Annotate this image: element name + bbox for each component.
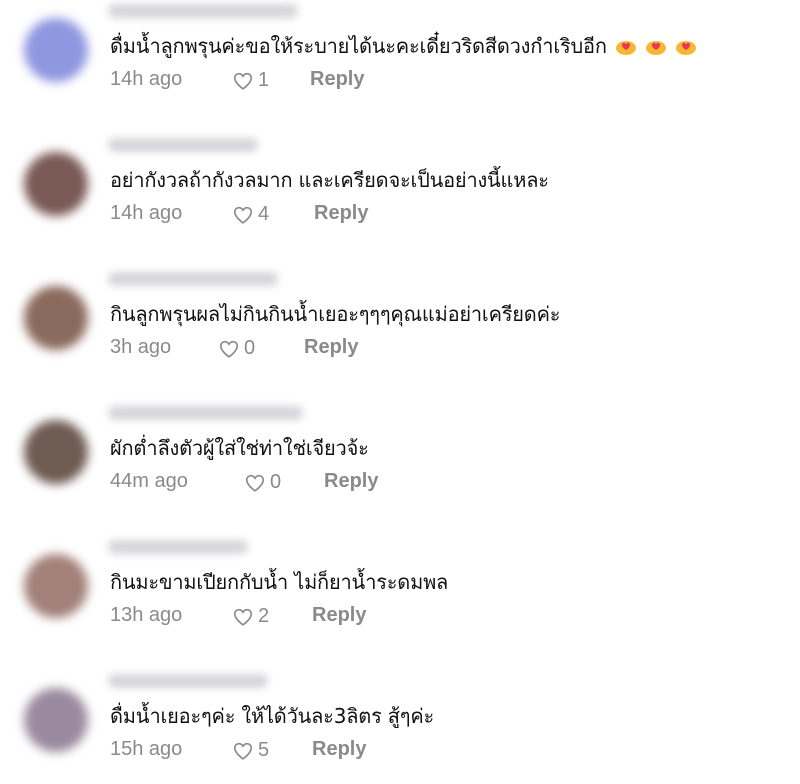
like-button[interactable]: 4 <box>232 203 269 226</box>
comment-item: กินลูกพรุนผลไม่กินกินน้ำเยอะๆๆๆคุณแม่อย่… <box>0 272 800 372</box>
avatar[interactable] <box>24 18 88 82</box>
reply-button[interactable]: Reply <box>312 738 366 761</box>
like-count: 0 <box>270 471 282 493</box>
username-blurred[interactable] <box>108 674 268 688</box>
reply-button[interactable]: Reply <box>312 604 366 627</box>
reply-button[interactable]: Reply <box>304 336 358 359</box>
like-count: 2 <box>258 605 270 627</box>
username-blurred[interactable] <box>108 138 258 152</box>
like-count: 1 <box>258 69 270 91</box>
heart-icon <box>233 206 253 224</box>
comment-text: กินมะขามเปียกกับน้ำ ไม่ก็ยาน้ำระดมพล <box>110 566 448 598</box>
comment-item: ดื่มน้ำเยอะๆค่ะ ให้ได้วันละ3ลิตร สู้ๆค่ะ… <box>0 674 800 774</box>
like-button[interactable]: 2 <box>232 605 269 628</box>
comment-text: ดื่มน้ำเยอะๆค่ะ ให้ได้วันละ3ลิตร สู้ๆค่ะ <box>110 700 434 732</box>
timestamp: 14h ago <box>110 202 183 224</box>
timestamp: 13h ago <box>110 604 183 626</box>
comment-text: กินลูกพรุนผลไม่กินกินน้ำเยอะๆๆๆคุณแม่อย่… <box>110 298 561 330</box>
timestamp: 15h ago <box>110 738 183 760</box>
comment-text-content: กินลูกพรุนผลไม่กินกินน้ำเยอะๆๆๆคุณแม่อย่… <box>110 302 561 326</box>
timestamp: 44m ago <box>110 470 188 492</box>
hand-heart-icon <box>645 36 667 56</box>
heart-icon <box>219 340 239 358</box>
comment-text-content: ดื่มน้ำลูกพรุนค่ะขอให้ระบายได้นะคะเดี๋ยว… <box>110 34 607 58</box>
reply-button[interactable]: Reply <box>310 68 364 91</box>
username-blurred[interactable] <box>108 406 303 420</box>
username-blurred[interactable] <box>108 540 248 554</box>
username-blurred[interactable] <box>108 272 278 286</box>
comment-item: ดื่มน้ำลูกพรุนค่ะขอให้ระบายได้นะคะเดี๋ยว… <box>0 4 800 104</box>
comment-item: กินมะขามเปียกกับน้ำ ไม่ก็ยาน้ำระดมพล 13h… <box>0 540 800 640</box>
comments-list: ดื่มน้ำลูกพรุนค่ะขอให้ระบายได้นะคะเดี๋ยว… <box>0 0 800 784</box>
comment-item: อย่ากังวลถ้ากังวลมาก และเครียดจะเป็นอย่า… <box>0 138 800 238</box>
heart-icon <box>233 742 253 760</box>
hand-heart-icon <box>615 36 637 56</box>
comment-text-content: อย่ากังวลถ้ากังวลมาก และเครียดจะเป็นอย่า… <box>110 168 549 192</box>
avatar[interactable] <box>24 152 88 216</box>
timestamp: 14h ago <box>110 68 183 90</box>
like-button[interactable]: 1 <box>232 69 269 92</box>
comment-text-content: กินมะขามเปียกกับน้ำ ไม่ก็ยาน้ำระดมพล <box>110 570 449 594</box>
comment-item: ผักต่ำลึงตัวผู้ใส่ใช่ท่าใช่เจียวจ้ะ 44m … <box>0 406 800 506</box>
comment-text: ดื่มน้ำลูกพรุนค่ะขอให้ระบายได้นะคะเดี๋ยว… <box>110 30 697 62</box>
timestamp: 3h ago <box>110 336 172 358</box>
avatar[interactable] <box>24 688 88 752</box>
like-count: 4 <box>258 203 270 225</box>
reply-button[interactable]: Reply <box>314 202 368 225</box>
comment-text: ผักต่ำลึงตัวผู้ใส่ใช่ท่าใช่เจียวจ้ะ <box>110 432 369 464</box>
like-count: 0 <box>244 337 256 359</box>
username-blurred[interactable] <box>108 4 298 18</box>
like-button[interactable]: 0 <box>218 337 255 360</box>
avatar[interactable] <box>24 420 88 484</box>
like-button[interactable]: 5 <box>232 739 269 762</box>
avatar[interactable] <box>24 554 88 618</box>
comment-text-content: ผักต่ำลึงตัวผู้ใส่ใช่ท่าใช่เจียวจ้ะ <box>110 436 369 460</box>
heart-icon <box>233 608 253 626</box>
comment-text: อย่ากังวลถ้ากังวลมาก และเครียดจะเป็นอย่า… <box>110 164 549 196</box>
comment-text-content: ดื่มน้ำเยอะๆค่ะ ให้ได้วันละ3ลิตร สู้ๆค่ะ <box>110 704 435 728</box>
like-button[interactable]: 0 <box>244 471 281 494</box>
reply-button[interactable]: Reply <box>324 470 378 493</box>
like-count: 5 <box>258 739 270 761</box>
hand-heart-icon <box>675 36 697 56</box>
avatar[interactable] <box>24 286 88 350</box>
heart-icon <box>233 72 253 90</box>
heart-icon <box>245 474 265 492</box>
